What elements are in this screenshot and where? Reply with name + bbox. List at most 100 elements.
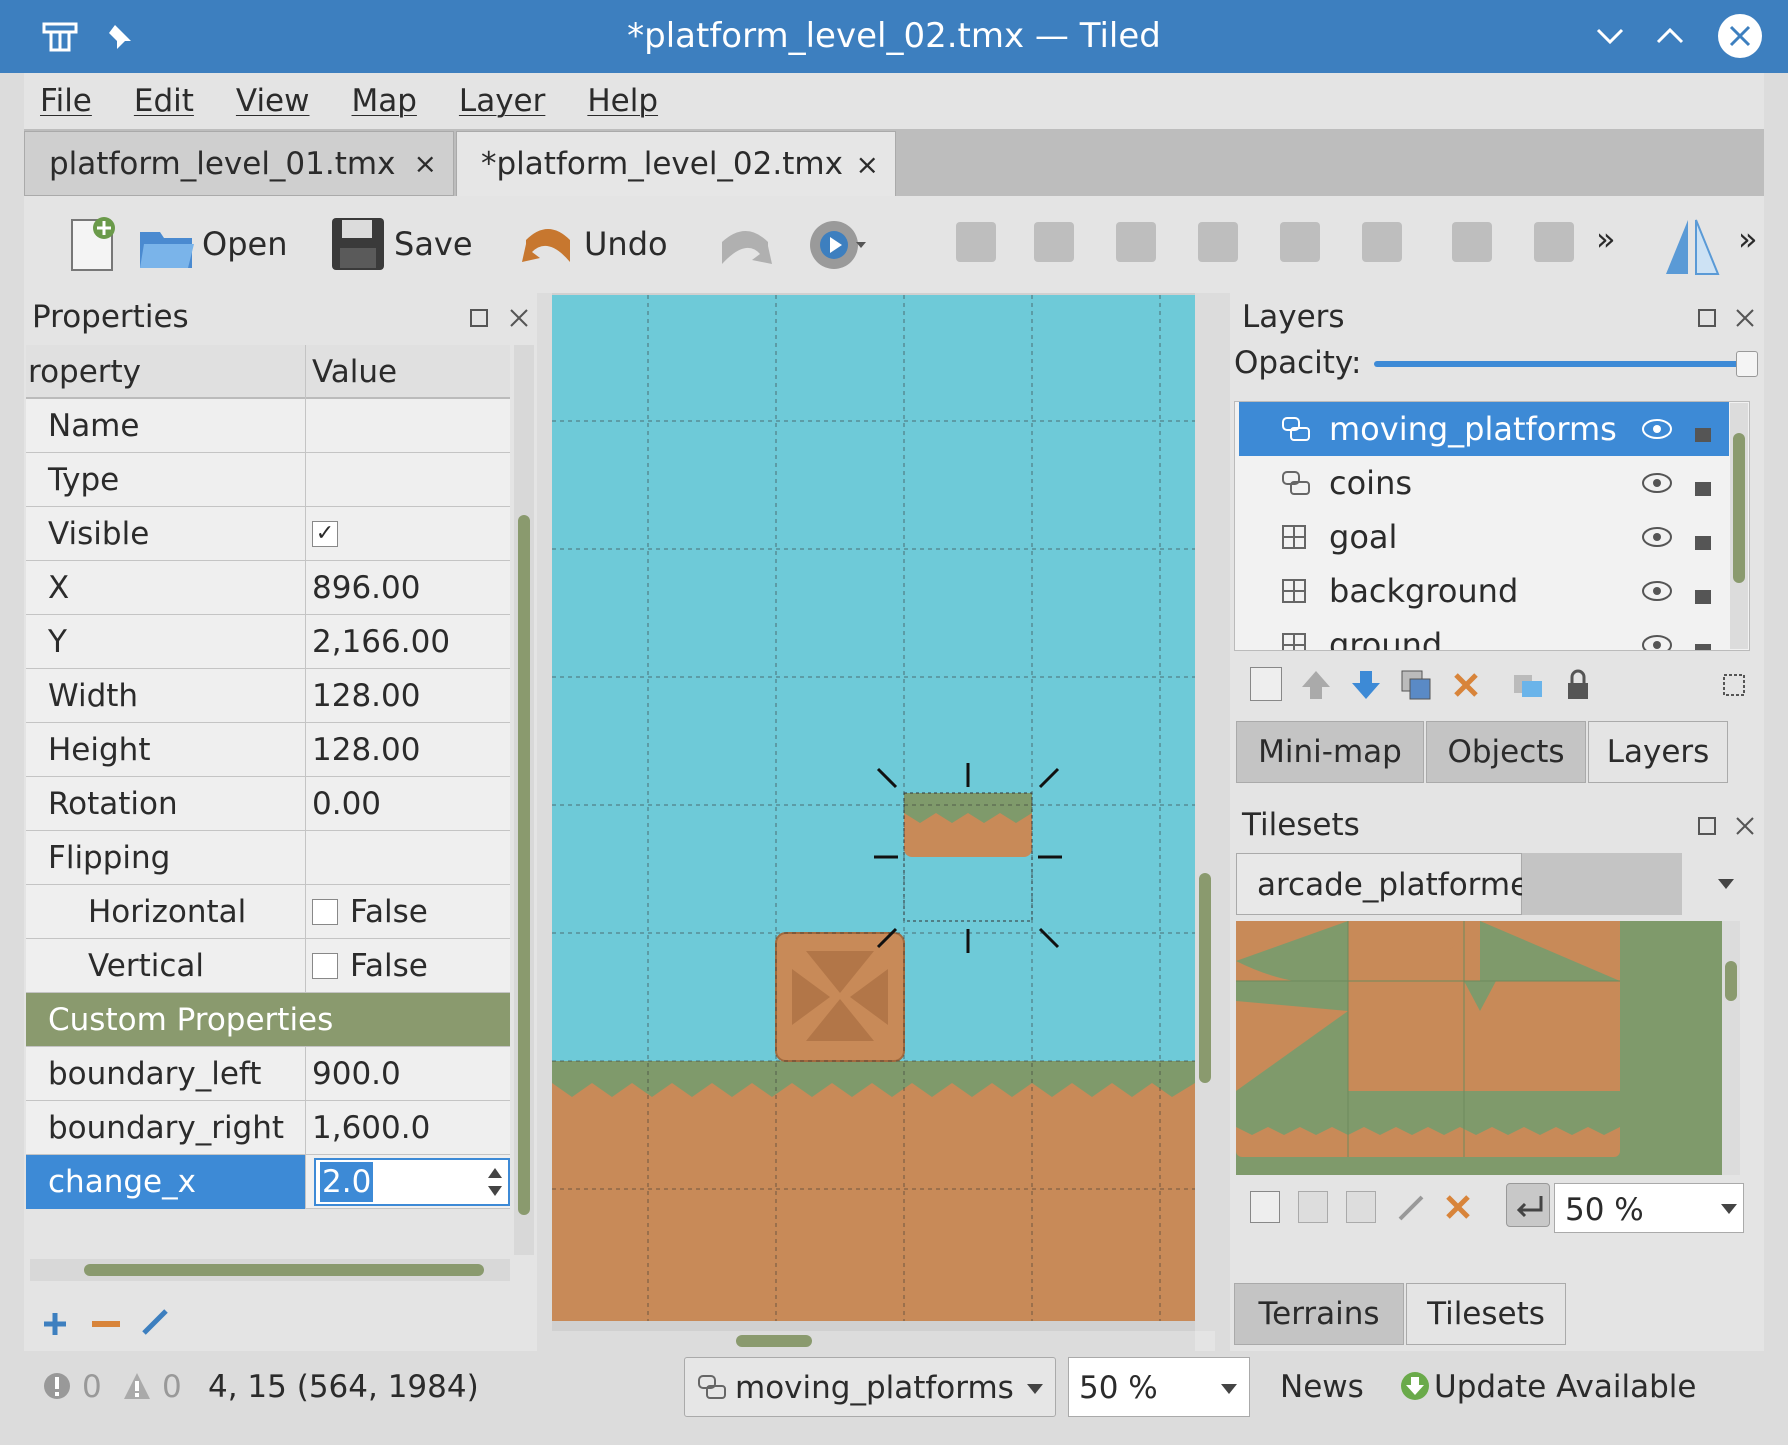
property-row-name[interactable]: Name (26, 399, 510, 453)
new-tileset-icon[interactable] (1250, 1191, 1280, 1223)
eraser-icon[interactable] (1362, 222, 1402, 262)
tileset-menu-chevron-icon[interactable] (1716, 877, 1736, 891)
properties-vscroll[interactable] (514, 345, 534, 1255)
undo-button[interactable]: Undo (518, 210, 668, 278)
layer-list-scroll[interactable] (1730, 403, 1748, 649)
menu-file[interactable]: File (40, 83, 92, 119)
rename-property-icon[interactable] (138, 1305, 172, 1339)
horizontal-checkbox[interactable] (312, 898, 338, 925)
property-row-type[interactable]: Type (26, 453, 510, 507)
custom-properties-section[interactable]: Custom Properties (26, 993, 510, 1047)
dropdown-chevron-icon (1027, 1384, 1043, 1394)
warning-icon[interactable] (122, 1371, 152, 1401)
tab-tilesets[interactable]: Tilesets (1406, 1283, 1566, 1345)
vertical-checkbox[interactable] (312, 952, 338, 979)
flip-horizontal-icon[interactable] (1662, 216, 1722, 278)
lock-layer-icon[interactable] (1562, 669, 1594, 701)
bucket-fill-icon[interactable] (1198, 222, 1238, 262)
tab-terrains[interactable]: Terrains (1234, 1283, 1404, 1345)
float-panel-icon[interactable] (1696, 307, 1718, 329)
map-canvas[interactable] (552, 293, 1215, 1351)
lower-layer-icon[interactable] (1350, 669, 1382, 701)
news-button[interactable]: News (1280, 1369, 1364, 1405)
rectangle-select-icon[interactable] (1452, 222, 1492, 262)
property-row-rotation[interactable]: Rotation 0.00 (26, 777, 510, 831)
property-row-change-x[interactable]: change_x 2.0 (26, 1155, 510, 1209)
magic-wand-icon[interactable] (1534, 222, 1574, 262)
close-panel-icon[interactable] (1734, 307, 1756, 329)
current-layer-combo[interactable]: moving_platforms (684, 1357, 1056, 1417)
tab-platform-level-01[interactable]: platform_level_01.tmx × (24, 131, 454, 196)
property-row-boundary-right[interactable]: boundary_right 1,600.0 (26, 1101, 510, 1155)
remove-tileset-icon[interactable] (1442, 1191, 1474, 1223)
property-row-horizontal[interactable]: Horizontal False (26, 885, 510, 939)
import-tileset-icon[interactable] (1298, 1191, 1328, 1223)
terrain-brush-icon[interactable] (1034, 222, 1074, 262)
edit-tileset-icon[interactable] (1394, 1191, 1426, 1223)
tileset-view[interactable] (1236, 921, 1740, 1175)
tab-objects[interactable]: Objects (1426, 721, 1586, 783)
column-value[interactable]: Value (312, 345, 510, 399)
property-row-x[interactable]: X 896.00 (26, 561, 510, 615)
minimize-chevron-icon[interactable] (1588, 14, 1632, 58)
run-command-gear-icon[interactable] (804, 214, 870, 276)
map-zoom-combo[interactable]: 50 % (1068, 1357, 1250, 1417)
tab-mini-map[interactable]: Mini-map (1236, 721, 1424, 783)
change-x-spinbox[interactable]: 2.0 (314, 1158, 510, 1206)
menu-help[interactable]: Help (587, 83, 658, 119)
update-available-link[interactable]: Update Available (1434, 1369, 1696, 1405)
wang-brush-icon[interactable] (1116, 222, 1156, 262)
toolbar-overflow-icon[interactable]: » (1596, 220, 1616, 258)
open-button[interactable]: Open (136, 210, 287, 278)
menu-map[interactable]: Map (352, 83, 417, 119)
close-panel-icon[interactable] (508, 307, 530, 329)
tab-layers[interactable]: Layers (1588, 721, 1728, 783)
float-panel-icon[interactable] (1696, 815, 1718, 837)
remove-property-icon[interactable] (88, 1309, 124, 1339)
new-layer-icon[interactable] (1250, 667, 1282, 701)
save-button[interactable]: Save (328, 210, 473, 278)
close-window-button[interactable] (1718, 14, 1762, 58)
opacity-slider-handle[interactable] (1736, 351, 1758, 377)
close-tab-icon[interactable]: × (856, 148, 879, 181)
property-row-boundary-left[interactable]: boundary_left 900.0 (26, 1047, 510, 1101)
export-tileset-icon[interactable] (1346, 1191, 1376, 1223)
maximize-chevron-icon[interactable] (1648, 14, 1692, 58)
new-map-button[interactable] (62, 210, 128, 278)
dynamic-wrapping-button[interactable] (1506, 1183, 1550, 1227)
error-icon[interactable] (42, 1371, 72, 1401)
visible-checkbox[interactable]: ✓ (312, 520, 338, 547)
add-property-icon[interactable] (40, 1309, 70, 1339)
float-panel-icon[interactable] (468, 307, 490, 329)
close-tab-icon[interactable]: × (414, 147, 437, 180)
properties-hscroll[interactable] (30, 1259, 510, 1281)
property-row-vertical[interactable]: Vertical False (26, 939, 510, 993)
tab-platform-level-02[interactable]: *platform_level_02.tmx × (456, 131, 896, 196)
tileset-zoom-combo[interactable]: 50 % (1554, 1183, 1744, 1233)
property-row-y[interactable]: Y 2,166.00 (26, 615, 510, 669)
property-row-visible[interactable]: Visible ✓ (26, 507, 510, 561)
property-row-flipping[interactable]: Flipping (26, 831, 510, 885)
property-row-width[interactable]: Width 128.00 (26, 669, 510, 723)
remove-layer-icon[interactable] (1450, 669, 1482, 701)
redo-arrow-icon[interactable] (712, 220, 776, 272)
map-view[interactable] (552, 293, 1215, 1351)
property-row-height[interactable]: Height 128.00 (26, 723, 510, 777)
spin-arrows-icon[interactable] (484, 1162, 506, 1202)
menu-layer[interactable]: Layer (459, 83, 545, 119)
column-property[interactable]: roperty (26, 345, 306, 399)
duplicate-layer-icon[interactable] (1400, 669, 1432, 701)
menu-edit[interactable]: Edit (134, 83, 194, 119)
menu-view[interactable]: View (236, 83, 310, 119)
toolbar-overflow-2-icon[interactable]: » (1738, 220, 1758, 258)
raise-layer-icon[interactable] (1300, 669, 1332, 701)
shape-fill-icon[interactable] (1280, 222, 1320, 262)
stamp-brush-icon[interactable] (956, 222, 996, 262)
opacity-slider[interactable] (1374, 351, 1758, 377)
highlight-layer-icon[interactable] (1718, 669, 1750, 701)
change-x-value[interactable]: 2.0 (320, 1162, 374, 1202)
tileset-tab-arcade-platformer[interactable]: arcade_platformer (1236, 853, 1542, 915)
show-hide-others-icon[interactable] (1512, 669, 1544, 701)
close-panel-icon[interactable] (1734, 815, 1756, 837)
visibility-lock-icons[interactable] (1641, 402, 1721, 651)
